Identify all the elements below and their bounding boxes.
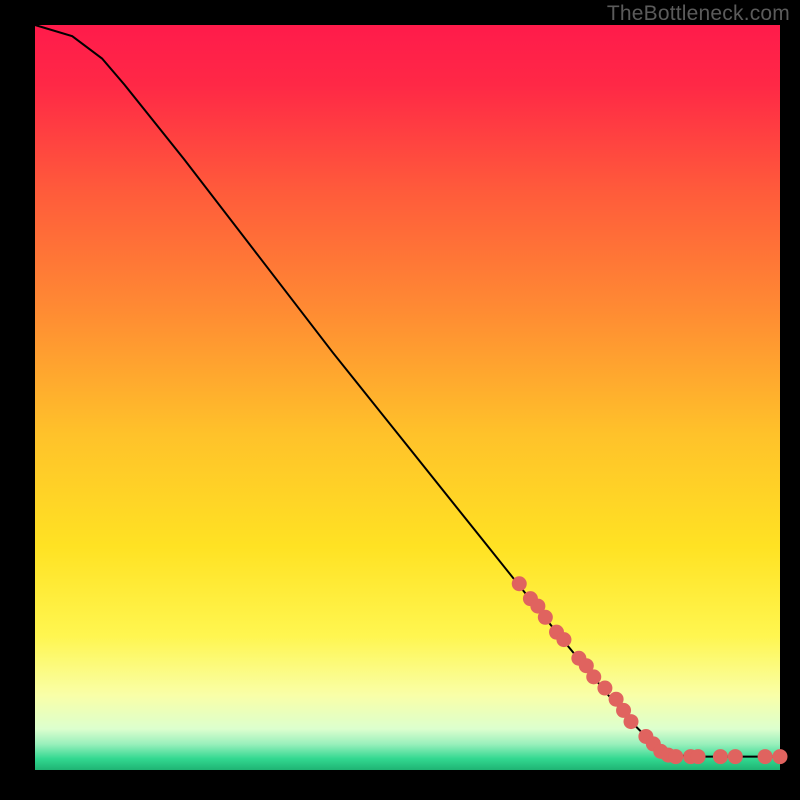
marker-dot — [538, 610, 553, 625]
marker-dot — [624, 714, 639, 729]
marker-dot — [586, 669, 601, 684]
watermark-text: TheBottleneck.com — [607, 2, 790, 26]
marker-dot — [758, 749, 773, 764]
plot-background — [35, 25, 780, 770]
marker-dot — [773, 749, 788, 764]
chart-svg — [0, 0, 800, 800]
marker-dot — [713, 749, 728, 764]
marker-dot — [512, 576, 527, 591]
chart-stage: TheBottleneck.com — [0, 0, 800, 800]
marker-dot — [556, 632, 571, 647]
marker-dot — [668, 749, 683, 764]
marker-dot — [691, 749, 706, 764]
marker-dot — [728, 749, 743, 764]
marker-dot — [597, 681, 612, 696]
